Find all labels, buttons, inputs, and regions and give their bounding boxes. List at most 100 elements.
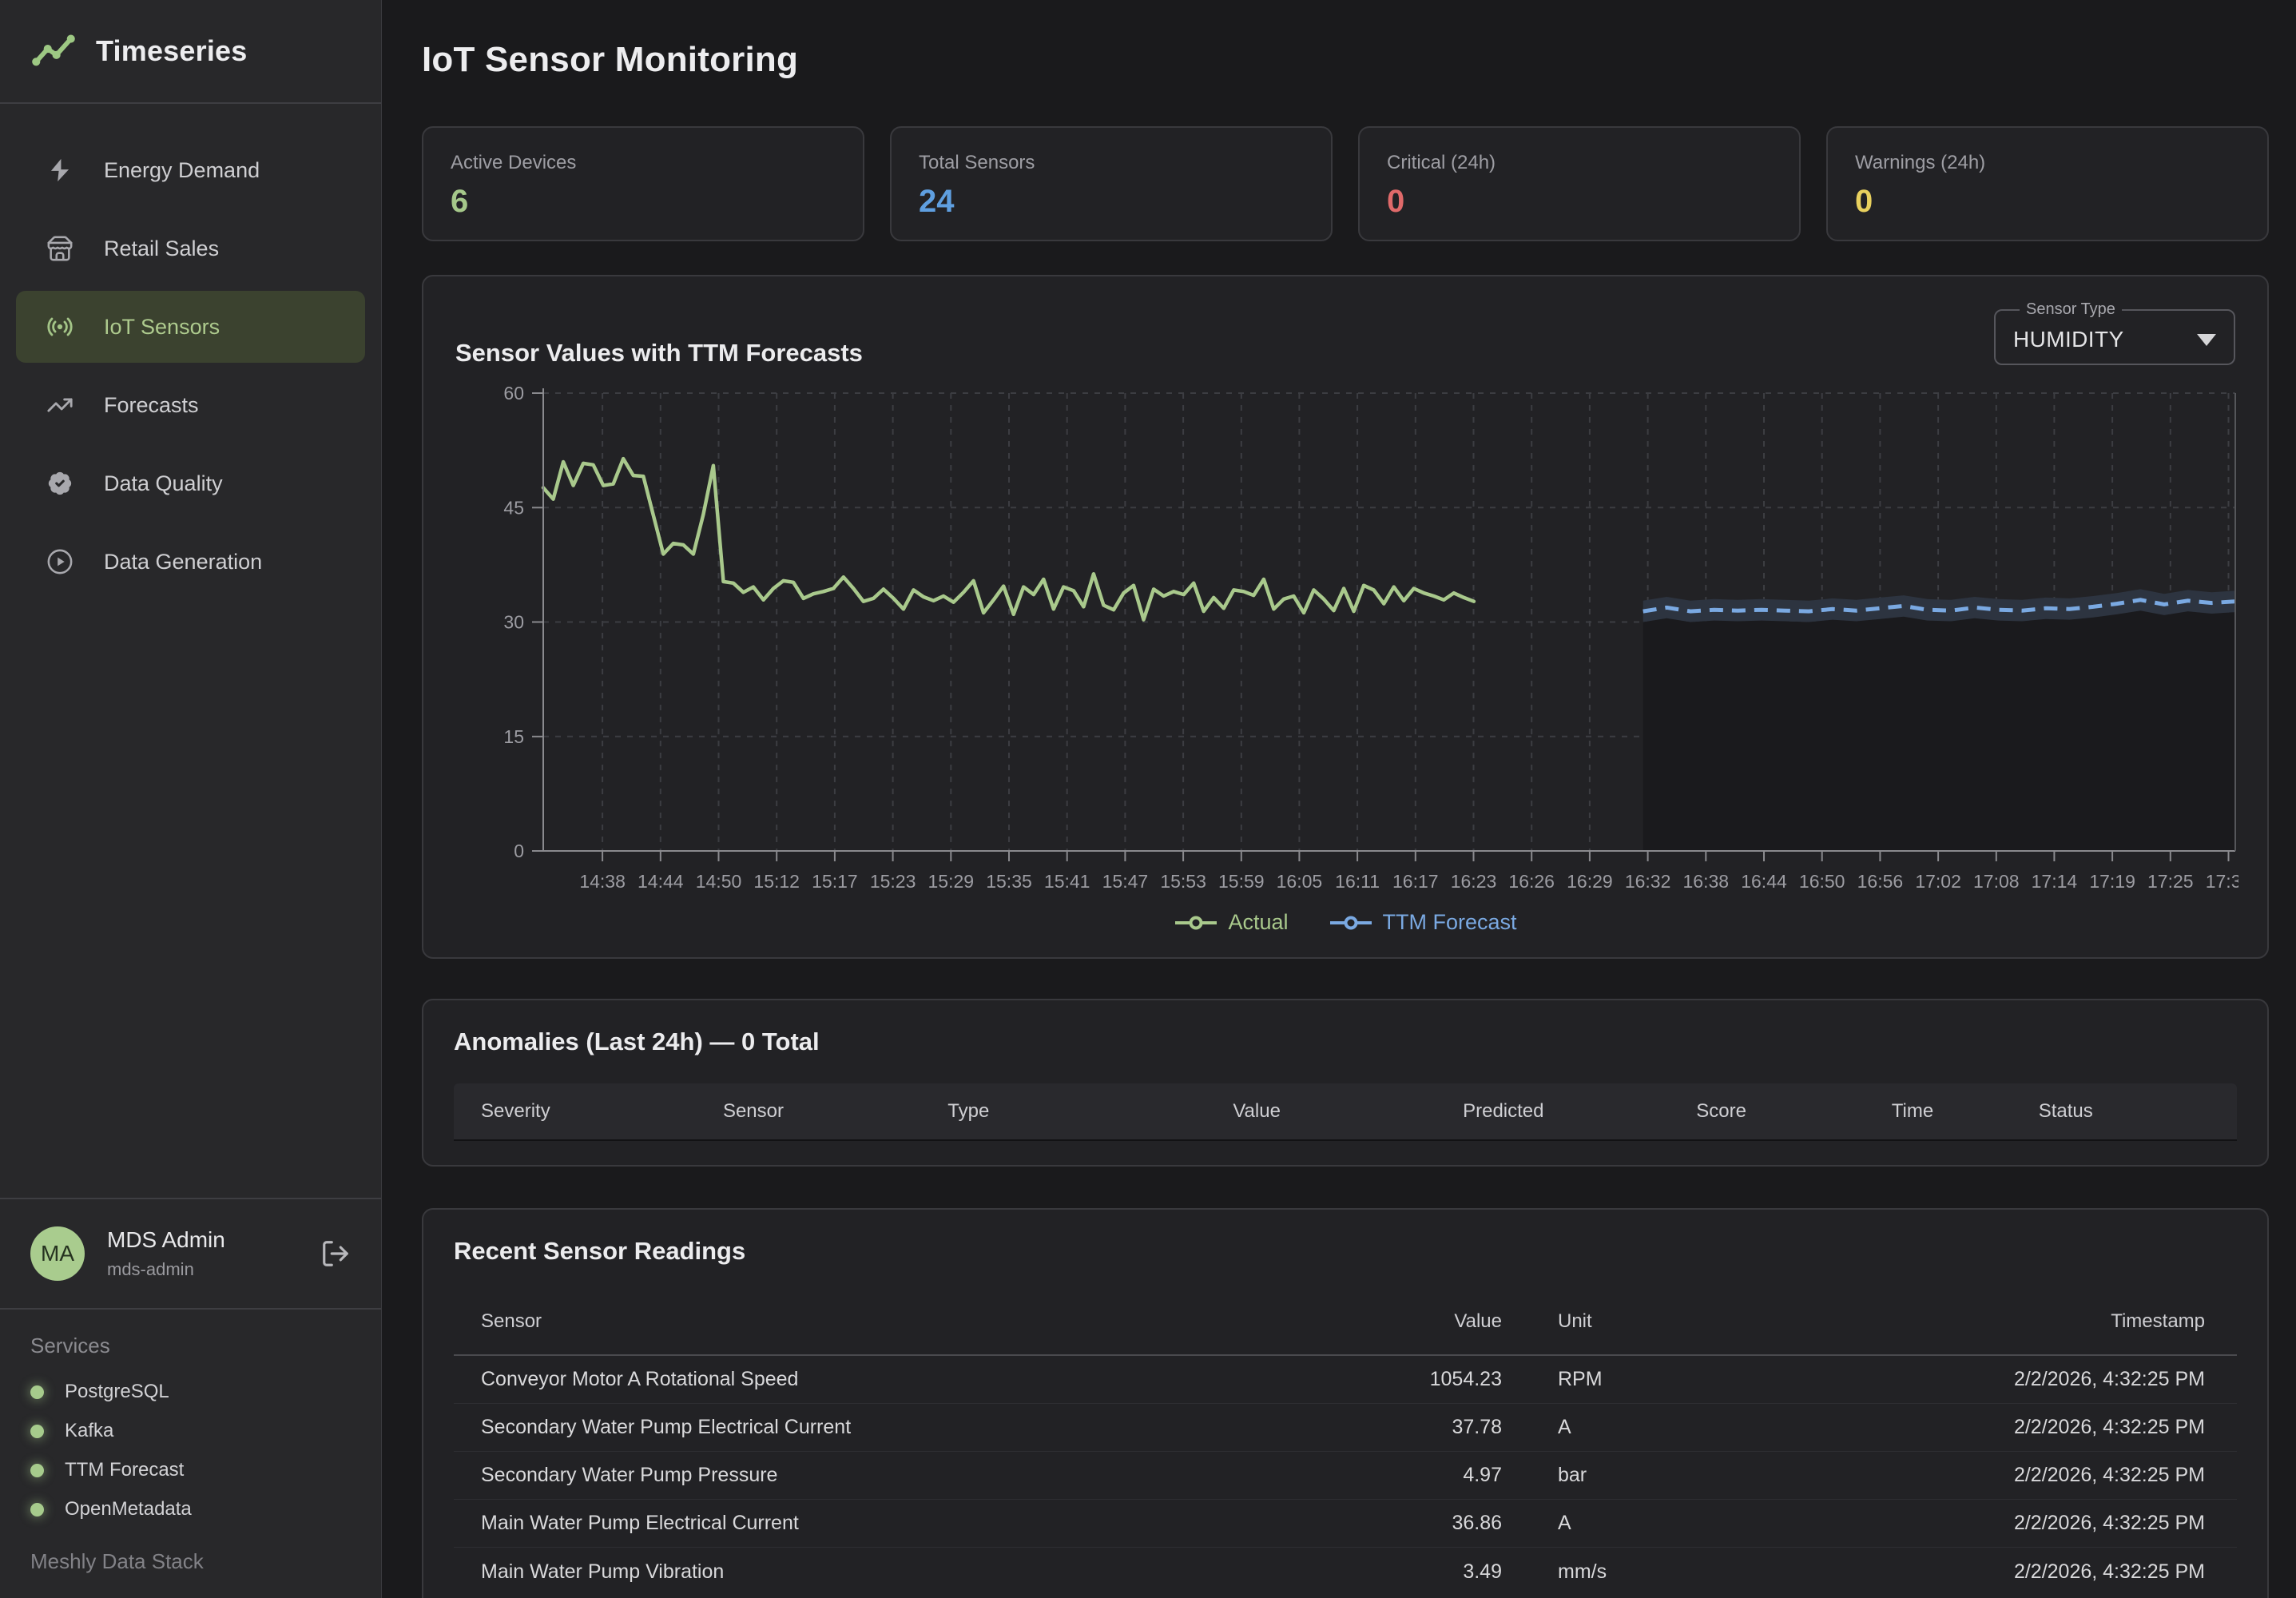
column-header: Score [1696,1100,1892,1123]
svg-text:16:32: 16:32 [1625,871,1671,892]
svg-text:0: 0 [514,841,524,861]
svg-text:16:17: 16:17 [1392,871,1439,892]
cell-sensor: Secondary Water Pump Pressure [481,1464,1366,1487]
user-username: mds-admin [107,1259,225,1280]
cell-timestamp: 2/2/2026, 4:32:25 PM [1694,1416,2237,1439]
timeseries-logo-icon [30,28,77,74]
table-row: Secondary Water Pump Pressure 4.97 bar 2… [454,1452,2237,1500]
cell-timestamp: 2/2/2026, 4:32:25 PM [1694,1560,2237,1584]
svg-text:15: 15 [503,726,524,747]
service-label: Kafka [65,1420,113,1442]
sidebar-item-forecasts[interactable]: Forecasts [16,369,365,441]
svg-text:17:25: 17:25 [2147,871,2194,892]
svg-text:16:29: 16:29 [1567,871,1613,892]
service-item-openmetadata: OpenMetadata [30,1498,351,1520]
stat-card-total-sensors: Total Sensors 24 [890,126,1333,241]
sensor-type-select[interactable]: Sensor Type HUMIDITY [1994,300,2235,365]
svg-text:45: 45 [503,497,524,518]
status-dot-green [30,1503,44,1517]
cell-timestamp: 2/2/2026, 4:32:25 PM [1694,1512,2237,1535]
cell-sensor: Secondary Water Pump Electrical Current [481,1416,1366,1439]
stat-label: Warnings (24h) [1855,152,2240,174]
column-header: Sensor [723,1100,947,1123]
sidebar-item-data-quality[interactable]: Data Quality [16,447,365,519]
stat-value: 0 [1387,184,1772,220]
readings-table-header: Sensor Value Unit Timestamp [454,1288,2237,1356]
service-label: TTM Forecast [65,1459,184,1481]
sensor-chart: 01530456014:3814:4414:5015:1215:1715:231… [455,385,2235,897]
readings-title: Recent Sensor Readings [454,1237,2237,1266]
column-header: Value [1233,1100,1463,1123]
legend-marker-icon [1329,914,1373,932]
stat-value: 24 [919,184,1304,220]
svg-text:15:17: 15:17 [812,871,858,892]
cell-value: 4.97 [1366,1464,1502,1487]
stat-label: Active Devices [451,152,836,174]
sidebar-nav: Energy Demand Retail Sales [0,104,381,604]
page-title: IoT Sensor Monitoring [422,40,2269,80]
column-header: Severity [481,1100,723,1123]
column-header: Sensor [481,1310,1366,1333]
svg-text:15:12: 15:12 [753,871,800,892]
services-title: Services [30,1334,351,1358]
svg-text:30: 30 [503,612,524,633]
sidebar-item-retail-sales[interactable]: Retail Sales [16,213,365,284]
cell-sensor: Main Water Pump Electrical Current [481,1512,1366,1535]
sidebar-item-iot-sensors[interactable]: IoT Sensors [16,291,365,363]
sidebar-item-label: Retail Sales [104,237,219,261]
svg-text:16:50: 16:50 [1799,871,1845,892]
select-label: Sensor Type [2020,300,2122,319]
sidebar-spacer [0,604,381,1198]
line-chart-svg: 01530456014:3814:4414:5015:1215:1715:231… [455,385,2238,897]
app-title: Timeseries [96,34,247,68]
column-header: Unit [1502,1310,1694,1333]
sidebar-item-data-generation[interactable]: Data Generation [16,526,365,598]
svg-text:16:05: 16:05 [1277,871,1323,892]
user-name: MDS Admin [107,1227,225,1253]
cell-value: 37.78 [1366,1416,1502,1439]
svg-text:16:44: 16:44 [1741,871,1787,892]
readings-table: Sensor Value Unit Timestamp Conveyor Mot… [454,1288,2237,1596]
svg-text:17:08: 17:08 [1973,871,2020,892]
cell-timestamp: 2/2/2026, 4:32:25 PM [1694,1368,2237,1391]
anomalies-card: Anomalies (Last 24h) — 0 Total Severity … [422,999,2269,1167]
radio-icon [46,313,73,340]
service-label: PostgreSQL [65,1381,169,1403]
sidebar: Timeseries Energy Demand Retail Sales [0,0,382,1598]
readings-card: Recent Sensor Readings Sensor Value Unit… [422,1208,2269,1598]
svg-text:15:23: 15:23 [870,871,916,892]
svg-text:16:56: 16:56 [1857,871,1904,892]
service-label: OpenMetadata [65,1498,192,1520]
anomalies-table-header: Severity Sensor Type Value Predicted Sco… [454,1083,2237,1141]
column-header: Type [947,1100,1233,1123]
sidebar-item-energy-demand[interactable]: Energy Demand [16,134,365,206]
select-inner: HUMIDITY [2013,319,2216,360]
svg-text:17:02: 17:02 [1915,871,1961,892]
stat-value: 0 [1855,184,2240,220]
logout-icon[interactable] [320,1238,351,1269]
svg-text:15:29: 15:29 [928,871,975,892]
select-value: HUMIDITY [2013,327,2124,352]
badge-check-icon [46,470,73,497]
svg-text:15:47: 15:47 [1102,871,1149,892]
app-root: Timeseries Energy Demand Retail Sales [0,0,2296,1598]
cell-unit: bar [1502,1464,1694,1487]
stat-card-active-devices: Active Devices 6 [422,126,864,241]
table-row: Secondary Water Pump Electrical Current … [454,1404,2237,1452]
svg-text:17:32: 17:32 [2206,871,2238,892]
stat-label: Critical (24h) [1387,152,1772,174]
cell-unit: mm/s [1502,1560,1694,1584]
legend-item-actual[interactable]: Actual [1174,910,1288,935]
user-section: MA MDS Admin mds-admin [0,1198,381,1308]
column-header: Predicted [1463,1100,1696,1123]
sidebar-item-label: Energy Demand [104,158,260,183]
cell-value: 1054.23 [1366,1368,1502,1391]
service-item-kafka: Kafka [30,1420,351,1442]
status-dot-green [30,1385,44,1399]
svg-text:15:53: 15:53 [1160,871,1206,892]
svg-text:16:26: 16:26 [1508,871,1555,892]
table-row: Main Water Pump Vibration 3.49 mm/s 2/2/… [454,1548,2237,1596]
legend-item-ttm-forecast[interactable]: TTM Forecast [1329,910,1517,935]
svg-text:16:11: 16:11 [1335,871,1380,892]
service-item-postgresql: PostgreSQL [30,1381,351,1403]
